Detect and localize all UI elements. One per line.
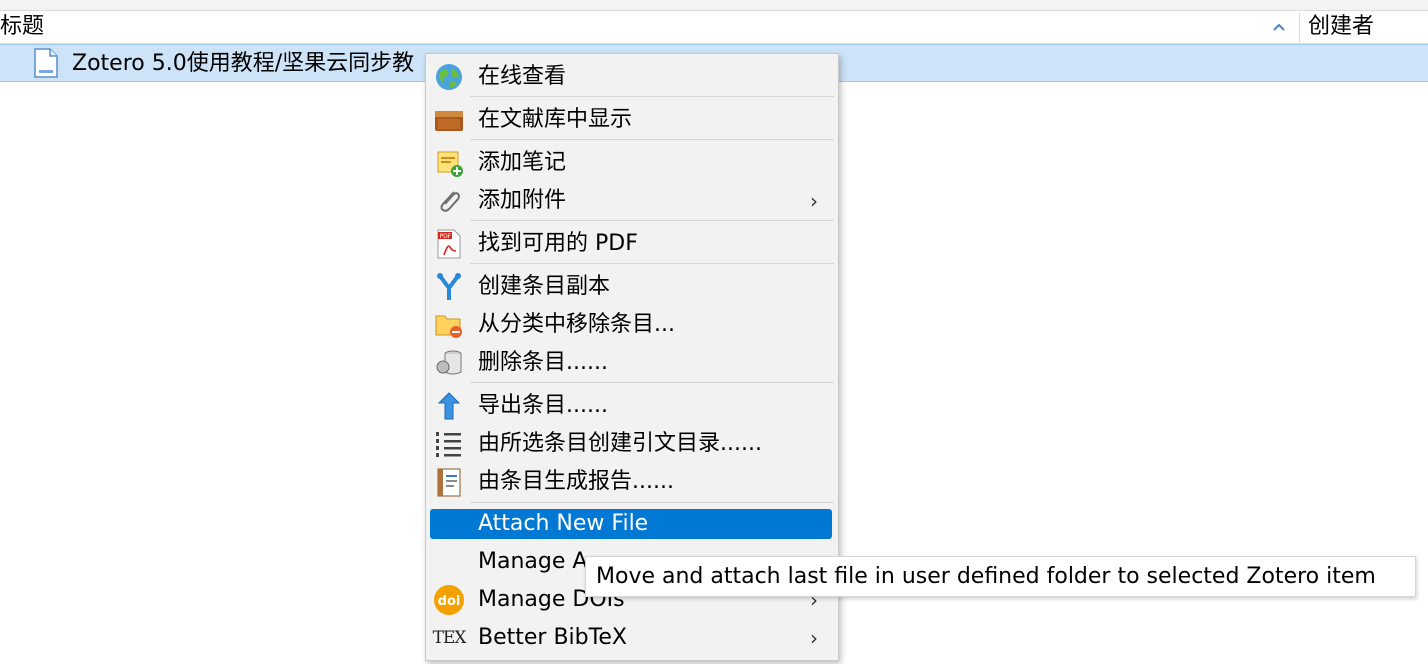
item-title: Zotero 5.0使用教程/坚果云同步教 <box>72 51 415 76</box>
menu-item-label: 从分类中移除条目... <box>478 312 675 337</box>
menu-item-label: 添加附件 <box>478 188 567 213</box>
trash-icon <box>433 347 465 379</box>
export-arrow-icon <box>433 390 465 422</box>
menu-separator <box>470 220 834 221</box>
menu-item-duplicate[interactable]: 创建条目副本 <box>430 269 832 305</box>
remove-from-collection-icon <box>433 309 465 341</box>
menu-item-generate-report[interactable]: 由条目生成报告...... <box>430 464 832 500</box>
paperclip-icon <box>433 185 465 217</box>
submenu-arrow-icon: › <box>810 626 818 650</box>
menu-item-label: 添加笔记 <box>478 150 567 175</box>
menu-item-create-bibliography[interactable]: 由所选条目创建引文目录...... <box>430 426 832 462</box>
column-divider[interactable] <box>1299 13 1300 43</box>
report-icon <box>433 466 465 498</box>
menu-item-label: 由所选条目创建引文目录...... <box>478 431 762 456</box>
menu-item-label: 创建条目副本 <box>478 274 611 299</box>
doi-icon-text: doi <box>438 594 461 609</box>
globe-icon <box>433 61 465 93</box>
menu-separator <box>470 139 834 140</box>
menu-item-find-pdf[interactable]: PDF 找到可用的 PDF <box>430 226 832 262</box>
column-header-creator[interactable]: 创建者 <box>1308 11 1374 43</box>
add-note-icon <box>433 147 465 179</box>
tooltip-text: Move and attach last file in user define… <box>596 564 1376 589</box>
menu-separator <box>470 502 834 503</box>
menu-item-label: 导出条目...... <box>478 393 608 418</box>
menu-item-better-bibtex[interactable]: TEX Better BibTeX › <box>430 620 832 656</box>
menu-item-add-note[interactable]: 添加笔记 <box>430 145 832 181</box>
top-strip <box>0 0 1428 11</box>
menu-item-label: 找到可用的 PDF <box>478 231 638 256</box>
tex-icon-text: TEX <box>432 628 467 648</box>
sort-ascending-icon[interactable] <box>1272 22 1286 32</box>
menu-item-label: Manage A <box>478 549 588 574</box>
menu-item-label: 在文献库中显示 <box>478 107 633 132</box>
menu-item-label: Better BibTeX <box>478 625 627 650</box>
menu-separator <box>470 263 834 264</box>
duplicate-icon <box>433 271 465 303</box>
submenu-arrow-icon: › <box>810 189 818 213</box>
menu-item-show-in-library[interactable]: 在文献库中显示 <box>430 102 832 138</box>
menu-item-attach-new-file[interactable]: Attach New File <box>430 509 832 539</box>
menu-item-label: 删除条目...... <box>478 350 608 375</box>
menu-item-remove-from-collection[interactable]: 从分类中移除条目... <box>430 307 832 343</box>
menu-item-move-to-trash[interactable]: 删除条目...... <box>430 345 832 381</box>
menu-separator <box>470 382 834 383</box>
bibliography-list-icon <box>433 428 465 460</box>
menu-separator <box>470 96 834 97</box>
tex-icon: TEX <box>432 622 467 654</box>
tooltip: Move and attach last file in user define… <box>585 556 1416 597</box>
doi-icon: doi <box>433 584 465 616</box>
library-box-icon <box>433 104 465 136</box>
column-header-title[interactable]: 标题 <box>0 11 44 43</box>
menu-item-add-attachment[interactable]: 添加附件 › <box>430 183 832 219</box>
menu-item-export[interactable]: 导出条目...... <box>430 388 832 424</box>
menu-item-label: Attach New File <box>478 511 649 536</box>
menu-item-label: 由条目生成报告...... <box>478 469 674 494</box>
document-icon <box>34 48 58 78</box>
menu-item-label: 在线查看 <box>478 64 567 89</box>
svg-text:PDF: PDF <box>440 233 452 240</box>
pdf-icon: PDF <box>433 228 465 260</box>
item-list-header: 标题 创建者 <box>0 11 1428 44</box>
menu-item-view-online[interactable]: 在线查看 <box>430 59 832 95</box>
